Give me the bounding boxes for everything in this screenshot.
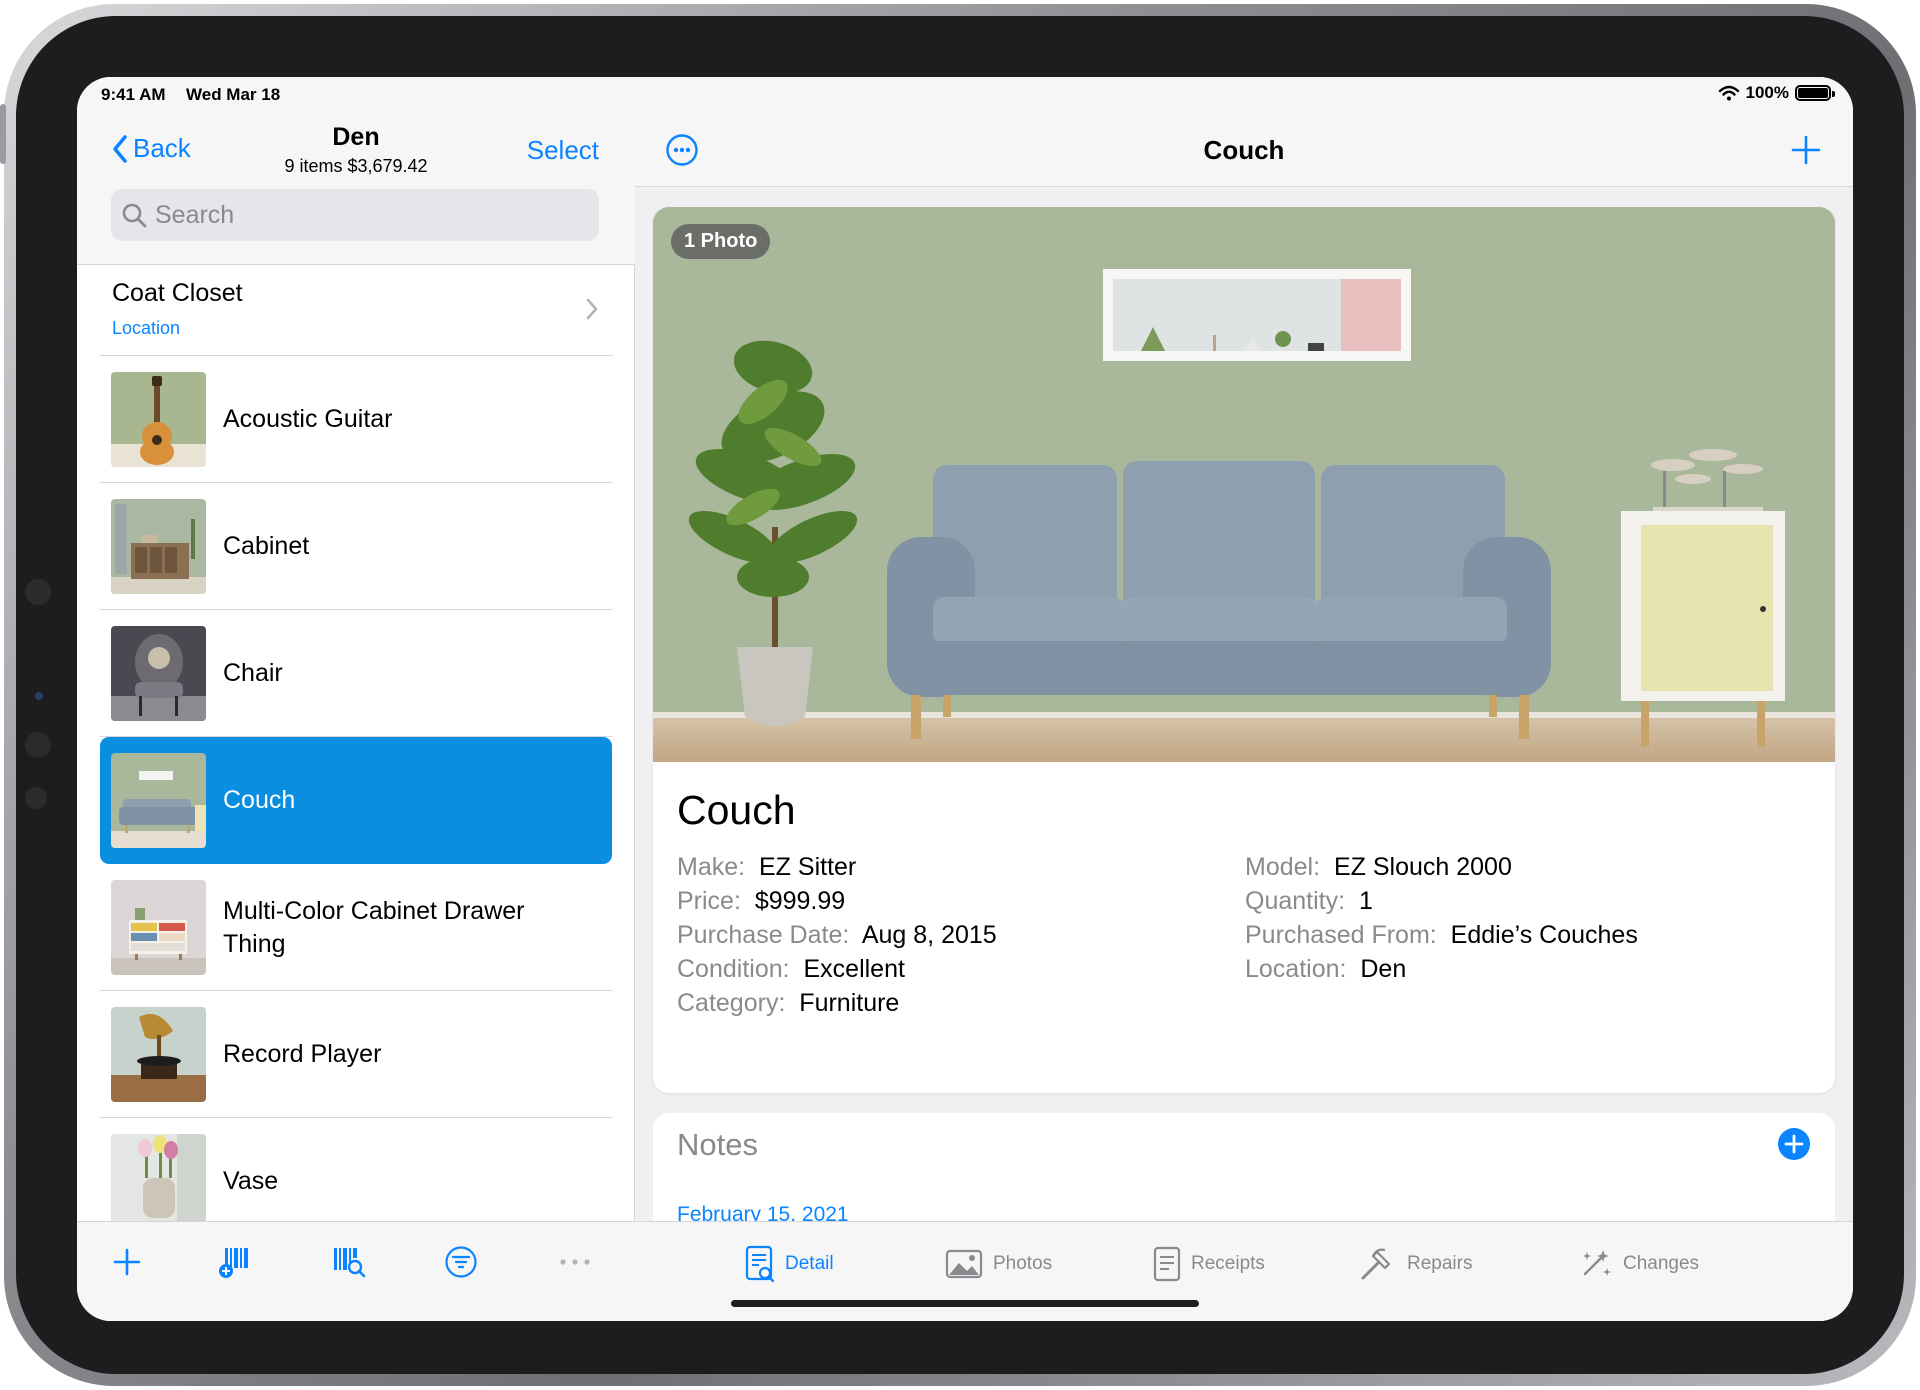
select-button[interactable]: Select <box>527 135 599 166</box>
add-barcode-icon <box>219 1248 248 1278</box>
detail-icon <box>745 1245 775 1283</box>
battery-icon <box>1795 85 1835 101</box>
detail-pane: Couch 100% 1 Photo Couch Make: EZ Sitter… <box>635 77 1853 1321</box>
item-card: 1 Photo Couch Make: EZ Sitter Price: $99… <box>653 207 1835 1093</box>
field-purchased-from: Purchased From: Eddie’s Couches <box>1245 921 1638 949</box>
list-item[interactable]: Record Player <box>100 991 612 1118</box>
photo-count-badge: 1 Photo <box>671 224 771 259</box>
filter-icon <box>445 1246 477 1278</box>
ipad-frame: Back Den 9 items $3,679.42 Select 9:41 A… <box>0 4 1916 1386</box>
item-thumbnail <box>111 880 206 975</box>
camera-sensor <box>25 579 51 605</box>
item-thumbnail <box>111 372 206 467</box>
item-name: Couch <box>677 787 796 833</box>
tab-photos[interactable]: Photos <box>945 1242 1052 1286</box>
field-condition: Condition: Excellent <box>677 955 905 983</box>
barcode-search-button[interactable] <box>329 1242 369 1282</box>
search-icon <box>122 203 147 228</box>
item-label: Vase <box>223 1167 279 1195</box>
status-indicators: 100% <box>1718 83 1835 103</box>
plus-icon <box>113 1248 141 1276</box>
wifi-icon <box>1718 85 1739 101</box>
item-label: Couch <box>223 786 296 814</box>
sidebar: Back Den 9 items $3,679.42 Select 9:41 A… <box>77 77 635 1321</box>
sidebar-toolbar <box>77 1221 635 1321</box>
list-item[interactable]: Acoustic Guitar <box>100 356 612 483</box>
add-barcode-button[interactable] <box>215 1242 255 1282</box>
status-date: Wed Mar 18 <box>186 85 281 104</box>
item-label: Acoustic Guitar <box>223 405 393 433</box>
changes-icon <box>1583 1250 1611 1276</box>
detail-title: Couch <box>1203 135 1285 165</box>
tab-repairs[interactable]: Repairs <box>1357 1242 1472 1286</box>
chevron-right-icon <box>586 298 598 320</box>
detail-header: Couch 100% <box>635 77 1853 187</box>
camera-sensor <box>25 787 47 809</box>
tab-label: Repairs <box>1407 1253 1473 1274</box>
field-price: Price: $999.99 <box>677 887 846 915</box>
item-thumbnail <box>111 1007 206 1102</box>
field-model: Model: EZ Slouch 2000 <box>1245 853 1512 881</box>
receipts-icon <box>1153 1246 1181 1282</box>
tab-label: Changes <box>1623 1253 1700 1274</box>
item-thumbnail <box>111 499 206 594</box>
filter-button[interactable] <box>441 1242 481 1282</box>
tab-changes[interactable]: Changes <box>1577 1242 1699 1286</box>
field-category: Category: Furniture <box>677 989 900 1017</box>
search-input[interactable] <box>155 200 575 230</box>
home-indicator <box>731 1300 1199 1307</box>
tab-label: Photos <box>993 1253 1053 1274</box>
field-make: Make: EZ Sitter <box>677 853 857 881</box>
camera-lens <box>35 692 43 700</box>
item-label: Multi-Color Cabinet Drawer Thing <box>223 896 525 958</box>
field-quantity: Quantity: 1 <box>1245 887 1373 915</box>
repairs-icon <box>1361 1248 1391 1280</box>
item-label: Record Player <box>223 1040 382 1068</box>
item-thumbnail <box>111 626 206 721</box>
add-note-icon[interactable] <box>1777 1127 1811 1161</box>
list-item-selected[interactable]: Couch <box>100 737 612 864</box>
camera-sensor <box>25 732 51 758</box>
tab-bar: Detail Photos Receipts Repairs Changes <box>635 1221 1853 1321</box>
list-item[interactable]: Cabinet <box>100 483 612 610</box>
battery-percent: 100% <box>1745 83 1789 102</box>
item-photo[interactable]: 1 Photo <box>653 207 1835 762</box>
photos-icon <box>945 1249 983 1279</box>
list-item[interactable]: Chair <box>100 610 612 737</box>
screen: Back Den 9 items $3,679.42 Select 9:41 A… <box>77 77 1853 1321</box>
search-field[interactable] <box>111 189 599 241</box>
more-button[interactable] <box>555 1242 595 1282</box>
status-time: 9:41 AM <box>101 85 166 104</box>
tab-label: Receipts <box>1191 1253 1265 1274</box>
item-label: Cabinet <box>223 532 310 560</box>
add-item-button[interactable] <box>107 1242 147 1282</box>
more-icon <box>560 1259 590 1265</box>
item-label: Chair <box>223 659 283 687</box>
notes-title: Notes <box>677 1127 758 1162</box>
tab-receipts[interactable]: Receipts <box>1153 1242 1265 1286</box>
item-list: Coat Closet Location Acoustic Guitar Cab… <box>77 265 635 1221</box>
field-location: Location: Den <box>1245 955 1407 983</box>
volume-button <box>0 104 6 164</box>
item-thumbnail <box>111 753 206 848</box>
location-type: Location <box>112 318 181 338</box>
plus-icon[interactable] <box>1789 133 1823 167</box>
tab-detail[interactable]: Detail <box>745 1242 834 1286</box>
list-item[interactable]: Vase <box>100 1118 612 1221</box>
field-purchase-date: Purchase Date: Aug 8, 2015 <box>677 921 997 949</box>
list-item[interactable]: Multi-Color Cabinet Drawer Thing <box>100 864 612 991</box>
location-name: Coat Closet <box>112 279 243 307</box>
barcode-search-icon <box>334 1248 366 1278</box>
location-row[interactable]: Coat Closet Location <box>77 265 635 356</box>
tab-label: Detail <box>785 1253 834 1274</box>
item-thumbnail <box>111 1134 206 1221</box>
